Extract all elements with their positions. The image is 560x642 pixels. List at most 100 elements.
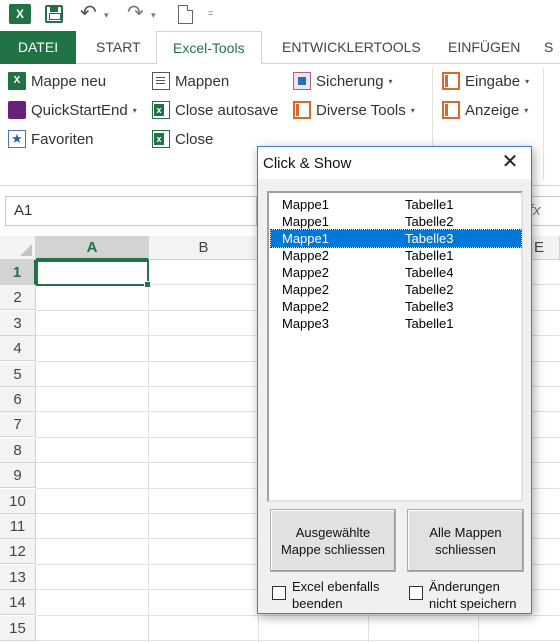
- list-item[interactable]: Mappe2 Tabelle2: [271, 281, 521, 298]
- row-header[interactable]: 2: [0, 285, 36, 310]
- ribbon-group-separator: [543, 68, 544, 180]
- row-header[interactable]: 4: [0, 336, 36, 361]
- row-header[interactable]: 9: [0, 463, 36, 488]
- mappen-button[interactable]: Mappen: [152, 69, 229, 93]
- list-item[interactable]: Mappe1 Tabelle2: [271, 213, 521, 230]
- row-header[interactable]: 1: [0, 260, 36, 285]
- chevron-down-icon: ▾: [388, 76, 393, 86]
- visual-studio-icon: [8, 101, 26, 119]
- quickstartend-button[interactable]: QuickStartEnd ▾: [8, 98, 137, 122]
- gridline: [36, 640, 560, 641]
- list-item[interactable]: Mappe1 Tabelle1: [271, 196, 521, 213]
- list-item[interactable]: Mappe3 Tabelle1: [271, 315, 521, 332]
- favoriten-button[interactable]: ★ Favoriten: [8, 127, 94, 151]
- workbook-name: Mappe3: [282, 316, 329, 331]
- name-box[interactable]: A1: [5, 196, 257, 226]
- customize-toolbar-icon[interactable]: =: [208, 8, 213, 18]
- row-header[interactable]: 10: [0, 489, 36, 514]
- workbook-name: Mappe1: [282, 214, 329, 229]
- mappe-neu-label: Mappe neu: [31, 72, 107, 90]
- workbook-name: Mappe1: [282, 197, 329, 212]
- dialog-title-bar[interactable]: Click & Show ✕: [258, 147, 531, 179]
- row-header[interactable]: 11: [0, 514, 36, 539]
- mappe-neu-button[interactable]: X Mappe neu: [8, 69, 106, 93]
- document-list-icon: [152, 72, 170, 90]
- workbook-name: Mappe2: [282, 282, 329, 297]
- quick-access-toolbar: X ↶ ▾ ↷ ▾ =: [0, 0, 560, 30]
- redo-icon[interactable]: ↷: [127, 0, 144, 25]
- sheet-name: Tabelle2: [405, 214, 454, 229]
- sicherung-button[interactable]: Sicherung ▾: [293, 69, 393, 93]
- workbook-name: Mappe2: [282, 265, 329, 280]
- checkbox-box[interactable]: [272, 586, 286, 600]
- sheet-name: Tabelle4: [405, 265, 454, 280]
- row-header[interactable]: 3: [0, 311, 36, 336]
- dont-save-changes-label: Änderungen nicht speichern: [429, 579, 517, 611]
- redo-dropdown-icon[interactable]: ▾: [151, 10, 156, 21]
- close-all-workbooks-button[interactable]: Alle Mappen schliessen: [407, 509, 524, 572]
- workbook-name: Mappe2: [282, 248, 329, 263]
- sheet-name: Tabelle3: [405, 231, 454, 246]
- dialog-title: Click & Show: [263, 155, 352, 172]
- chevron-down-icon: ▾: [132, 105, 137, 115]
- row-header[interactable]: 15: [0, 616, 36, 641]
- close-autosave-label: Close autosave: [175, 101, 279, 119]
- dont-save-changes-checkbox[interactable]: Änderungen nicht speichern: [409, 578, 516, 612]
- row-header[interactable]: 7: [0, 412, 36, 437]
- chevron-down-icon: ▾: [524, 105, 529, 115]
- quit-excel-label: Excel ebenfalls beenden: [292, 579, 380, 611]
- list-item[interactable]: Mappe1 Tabelle3: [270, 229, 522, 248]
- tab-developer[interactable]: ENTWICKLERTOOLS: [266, 31, 437, 64]
- input-icon: [442, 72, 460, 90]
- workbook-sheet-listbox[interactable]: Mappe1 Tabelle1 Mappe1 Tabelle2 Mappe1 Tabell…: [267, 191, 523, 502]
- column-header-a[interactable]: A: [36, 236, 149, 260]
- column-header-b[interactable]: B: [149, 236, 259, 260]
- favoriten-label: Favoriten: [31, 130, 94, 148]
- quit-excel-checkbox[interactable]: Excel ebenfalls beenden: [272, 578, 379, 612]
- select-all-corner[interactable]: [0, 236, 36, 260]
- tab-file[interactable]: DATEI: [0, 31, 76, 64]
- workbook-name: Mappe1: [282, 231, 329, 246]
- close-label: Close: [175, 130, 214, 148]
- anzeige-button[interactable]: Anzeige ▾: [442, 98, 528, 122]
- star-icon: ★: [8, 130, 26, 148]
- excel-close-icon: [152, 130, 170, 148]
- row-header[interactable]: 12: [0, 539, 36, 564]
- anzeige-label: Anzeige: [465, 101, 520, 119]
- list-item[interactable]: Mappe2 Tabelle3: [271, 298, 521, 315]
- row-header[interactable]: 13: [0, 565, 36, 590]
- active-cell-a1[interactable]: [36, 260, 151, 288]
- excel-logo-icon[interactable]: X: [9, 4, 31, 24]
- checkbox-box[interactable]: [409, 586, 423, 600]
- list-item[interactable]: Mappe2 Tabelle4: [271, 264, 521, 281]
- ribbon-tabs: DATEI START Excel-Tools ENTWICKLERTOOLS …: [0, 31, 560, 65]
- sheet-name: Tabelle2: [405, 282, 454, 297]
- tab-insert[interactable]: EINFÜGEN: [432, 31, 536, 64]
- row-header[interactable]: 14: [0, 590, 36, 615]
- gridline: [148, 260, 149, 642]
- close-autosave-button[interactable]: Close autosave: [152, 98, 278, 122]
- tab-cut-off[interactable]: S: [536, 31, 560, 64]
- new-document-icon[interactable]: [178, 5, 193, 24]
- tab-excel-tools[interactable]: Excel-Tools: [156, 31, 262, 65]
- diverse-tools-label: Diverse Tools: [316, 101, 406, 119]
- close-button[interactable]: Close: [152, 127, 213, 151]
- row-header[interactable]: 8: [0, 438, 36, 463]
- close-selected-workbook-button[interactable]: Ausgewählte Mappe schliessen: [270, 509, 396, 572]
- click-and-show-dialog: Click & Show ✕ Mappe1 Tabelle1 Mappe1 Tabel…: [257, 146, 532, 614]
- list-item[interactable]: Mappe2 Tabelle1: [271, 247, 521, 264]
- save-icon[interactable]: [45, 5, 63, 23]
- close-icon[interactable]: ✕: [499, 151, 521, 173]
- eingabe-button[interactable]: Eingabe ▾: [442, 69, 529, 93]
- tools-icon: [293, 101, 311, 119]
- sheet-name: Tabelle1: [405, 197, 454, 212]
- row-header[interactable]: 5: [0, 362, 36, 387]
- tab-start[interactable]: START: [80, 31, 157, 64]
- undo-icon[interactable]: ↶: [80, 0, 97, 25]
- row-header[interactable]: 6: [0, 387, 36, 412]
- undo-dropdown-icon[interactable]: ▾: [104, 10, 109, 21]
- sicherung-label: Sicherung: [316, 72, 384, 90]
- chevron-down-icon: ▾: [525, 76, 530, 86]
- diverse-tools-button[interactable]: Diverse Tools ▾: [293, 98, 415, 122]
- workbook-name: Mappe2: [282, 299, 329, 314]
